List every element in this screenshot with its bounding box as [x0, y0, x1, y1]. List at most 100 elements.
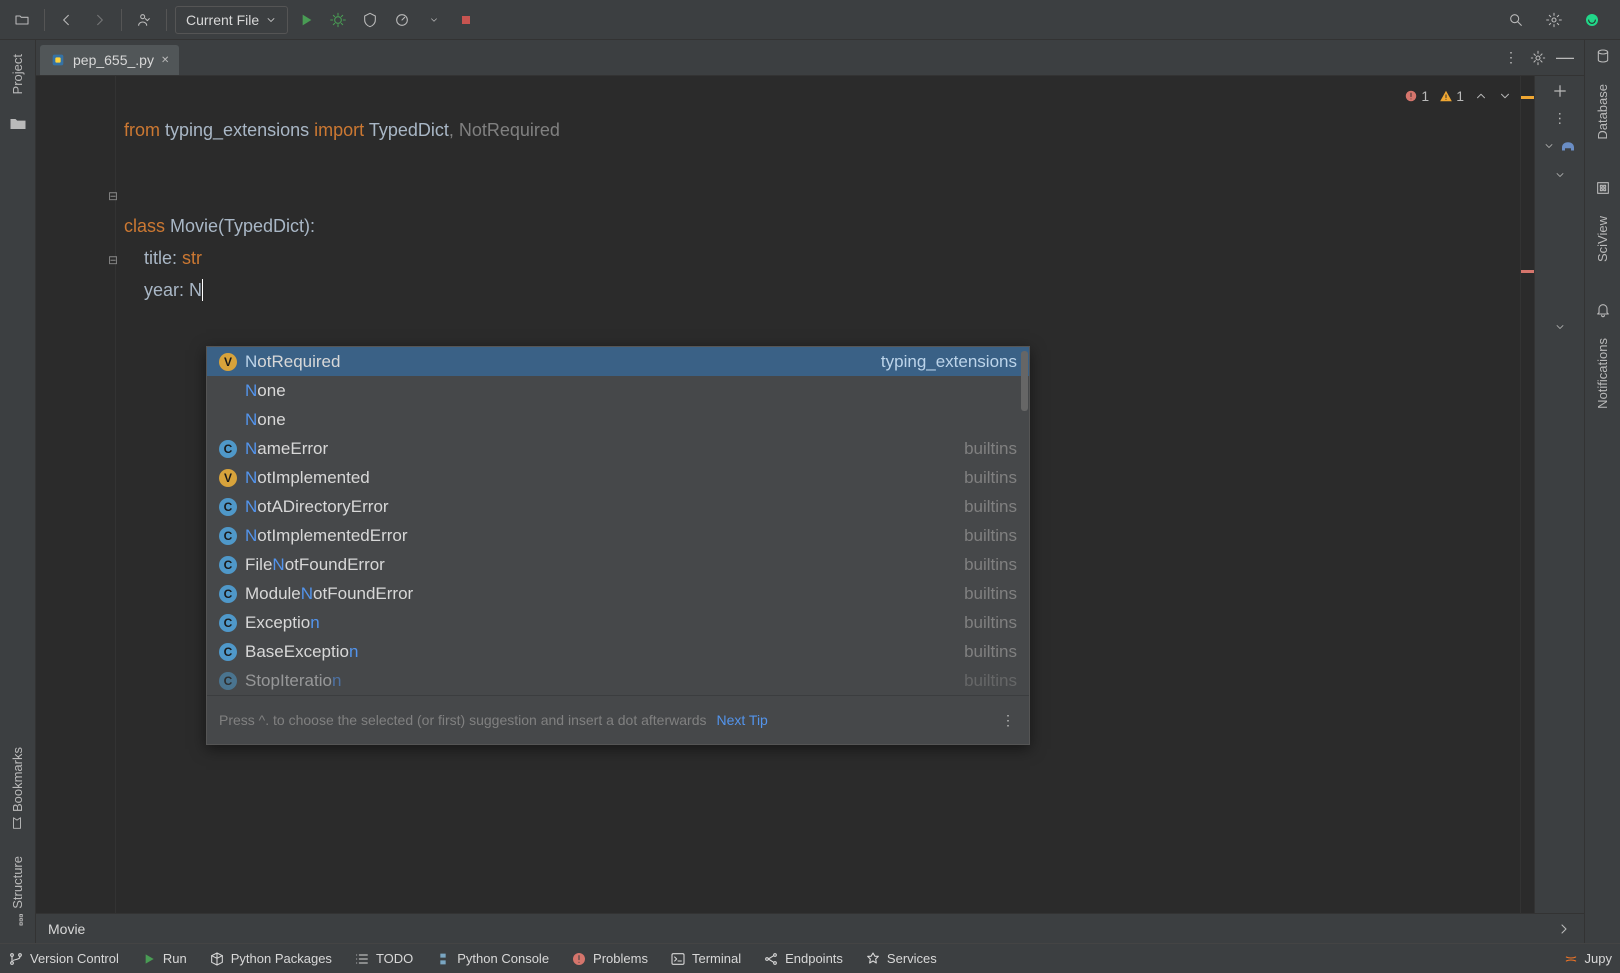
completion-item[interactable]: VNotRequiredtyping_extensions — [207, 347, 1029, 376]
completion-item[interactable]: None — [207, 405, 1029, 434]
run-tool-button[interactable]: Run — [141, 951, 187, 967]
completion-item-location: builtins — [964, 462, 1017, 494]
bell-icon — [1595, 302, 1611, 318]
coverage-icon — [362, 12, 378, 28]
error-icon — [1404, 89, 1418, 103]
python-packages-tool-button[interactable]: Python Packages — [209, 951, 332, 967]
breadcrumb[interactable]: Movie — [48, 921, 85, 937]
structure-tool-button[interactable]: Structure — [10, 850, 25, 933]
variable-icon: V — [219, 469, 237, 487]
branch-icon — [8, 951, 24, 967]
chevron-down-icon[interactable] — [1554, 169, 1566, 181]
completion-item-name: NotImplemented — [245, 462, 370, 494]
editor-tab[interactable]: pep_655_.py ✕ — [40, 45, 179, 75]
completion-item[interactable]: None — [207, 376, 1029, 405]
vcs-button[interactable] — [130, 6, 158, 34]
database-tool-button[interactable]: Database — [1595, 78, 1610, 146]
completion-item[interactable]: CFileNotFoundErrorbuiltins — [207, 550, 1029, 579]
more-run-button[interactable] — [420, 6, 448, 34]
toolbar-separator — [166, 9, 167, 31]
inspection-widget[interactable]: 1 1 — [1404, 80, 1512, 112]
class-icon: C — [219, 440, 237, 458]
class-icon: C — [219, 556, 237, 574]
completion-item[interactable]: CBaseExceptionbuiltins — [207, 637, 1029, 666]
chevron-down-icon[interactable] — [1498, 89, 1512, 103]
completion-item[interactable]: CNotADirectoryErrorbuiltins — [207, 492, 1029, 521]
completion-item-location: builtins — [964, 433, 1017, 465]
search-everywhere-button[interactable] — [1502, 6, 1530, 34]
chevron-up-icon[interactable] — [1474, 89, 1488, 103]
nav-forward-button[interactable] — [85, 6, 113, 34]
profile-button[interactable] — [388, 6, 416, 34]
error-stripe[interactable] — [1520, 76, 1534, 913]
class-icon: C — [219, 614, 237, 632]
completion-item-name: NotImplementedError — [245, 520, 408, 552]
terminal-tool-button[interactable]: Terminal — [670, 951, 741, 967]
next-tip-link[interactable]: Next Tip — [716, 704, 767, 736]
class-icon: C — [219, 672, 237, 690]
run-config-selector[interactable]: Current File — [175, 6, 288, 34]
chevron-down-icon[interactable] — [1543, 140, 1555, 152]
bottom-tool-strip: Version Control Run Python Packages TODO… — [0, 943, 1620, 973]
panel-more-icon[interactable]: ⋯ — [1551, 112, 1568, 126]
code-editor[interactable]: ⊟ ⊟ from typing_extensions import TypedD… — [36, 76, 1520, 913]
ide-button[interactable] — [1578, 6, 1606, 34]
completion-more-button[interactable]: ⋮ — [1001, 704, 1017, 736]
python-file-icon — [50, 52, 66, 68]
todo-tool-button[interactable]: TODO — [354, 951, 413, 967]
chevron-down-icon[interactable] — [1554, 321, 1566, 333]
completion-item-location: builtins — [964, 636, 1017, 668]
sciview-tool-button[interactable]: SciView — [1595, 210, 1610, 268]
python-console-tool-button[interactable]: Python Console — [435, 951, 549, 967]
variable-icon: V — [219, 353, 237, 371]
fold-icon[interactable]: ⊟ — [108, 244, 118, 276]
nav-back-button[interactable] — [53, 6, 81, 34]
bookmarks-tool-button[interactable]: Bookmarks — [10, 741, 25, 836]
stop-button[interactable] — [452, 6, 480, 34]
coverage-button[interactable] — [356, 6, 384, 34]
open-folder-button[interactable] — [8, 6, 36, 34]
folder-icon — [8, 114, 28, 134]
jetbrains-icon — [1584, 12, 1600, 28]
endpoints-tool-button[interactable]: Endpoints — [763, 951, 843, 967]
tab-filename: pep_655_.py — [73, 52, 154, 68]
completion-item-name: None — [245, 375, 286, 407]
terminal-icon — [670, 951, 686, 967]
gear-icon[interactable] — [1530, 50, 1546, 66]
completion-item[interactable]: CNameErrorbuiltins — [207, 434, 1029, 463]
services-tool-button[interactable]: Services — [865, 951, 937, 967]
completion-item[interactable]: CModuleNotFoundErrorbuiltins — [207, 579, 1029, 608]
run-button[interactable] — [292, 6, 320, 34]
close-tab-button[interactable]: ✕ — [161, 55, 169, 66]
completion-item-name: FileNotFoundError — [245, 549, 385, 581]
hide-tab-button[interactable]: — — [1556, 47, 1574, 68]
tab-more-icon[interactable]: ⋮ — [1504, 49, 1520, 66]
project-tool-button[interactable]: Project — [10, 48, 25, 100]
completion-item[interactable]: V NotImplemented builtins — [207, 463, 1029, 492]
completion-item-location: builtins — [964, 578, 1017, 610]
arrow-right-icon — [91, 12, 107, 28]
jupyter-tool-button[interactable]: Jupy — [1563, 951, 1612, 967]
code-content: from typing_extensions import TypedDict,… — [124, 82, 560, 338]
version-control-tool-button[interactable]: Version Control — [8, 951, 119, 967]
fold-icon[interactable]: ⊟ — [108, 180, 118, 212]
chevron-right-icon[interactable] — [1556, 921, 1572, 937]
debug-button[interactable] — [324, 6, 352, 34]
add-icon[interactable] — [1551, 82, 1569, 100]
packages-icon — [209, 951, 225, 967]
completion-item-location: typing_extensions — [881, 346, 1017, 378]
problems-tool-button[interactable]: Problems — [571, 951, 648, 967]
completion-item-location: builtins — [964, 607, 1017, 639]
popup-scrollbar[interactable] — [1019, 347, 1029, 708]
completion-item[interactable]: CExceptionbuiltins — [207, 608, 1029, 637]
main-toolbar: Current File — [0, 0, 1620, 40]
notifications-tool-button[interactable]: Notifications — [1595, 332, 1610, 415]
completion-item-name: NotADirectoryError — [245, 491, 389, 523]
completion-item[interactable]: CStopIterationbuiltins — [207, 666, 1029, 695]
completion-footer: Press ^. to choose the selected (or firs… — [207, 695, 1029, 744]
completion-item-location: builtins — [964, 520, 1017, 552]
completion-item[interactable]: CNotImplementedErrorbuiltins — [207, 521, 1029, 550]
jupyter-icon — [1563, 951, 1579, 967]
editor-gutter: ⊟ ⊟ — [36, 76, 116, 913]
settings-button[interactable] — [1540, 6, 1568, 34]
